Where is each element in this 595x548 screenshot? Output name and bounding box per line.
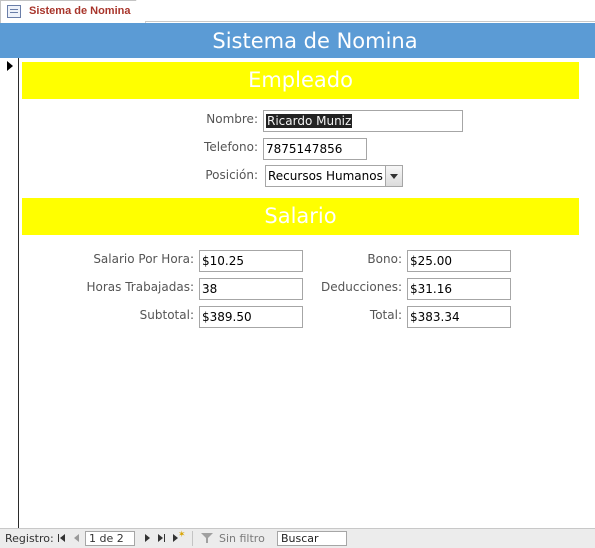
current-record-arrow-icon — [7, 61, 13, 71]
horas-trabajadas-label: Horas Trabajadas: — [86, 280, 195, 294]
subtotal-field[interactable]: $389.50 — [199, 306, 303, 328]
total-field[interactable]: $383.34 — [407, 306, 511, 328]
filter-icon[interactable] — [201, 532, 213, 544]
deducciones-label: Deducciones: — [321, 280, 402, 294]
new-record-icon[interactable] — [172, 530, 186, 544]
bono-label: Bono: — [367, 252, 402, 266]
current-record-box[interactable]: 1 de 2 — [85, 531, 135, 546]
deducciones-field[interactable]: $31.16 — [407, 278, 511, 300]
form-title: Sistema de Nomina — [212, 29, 418, 53]
salario-section-header: Salario — [22, 198, 579, 235]
document-tab-label: Sistema de Nomina — [29, 5, 131, 17]
posicion-value: Recursos Humanos — [268, 169, 383, 183]
empleado-section-header: Empleado — [22, 62, 579, 99]
record-navigation-bar: Registro: 1 de 2 Sin filtro Buscar — [0, 528, 595, 548]
telefono-field[interactable]: 7875147856 — [263, 138, 367, 160]
document-tab-strip: Sistema de Nomina — [0, 0, 595, 23]
nombre-label: Nombre: — [206, 112, 258, 126]
posicion-combo[interactable]: Recursos Humanos — [265, 165, 403, 187]
salario-hora-field[interactable]: $10.25 — [199, 250, 303, 272]
record-navigation-label: Registro: — [5, 532, 54, 545]
salario-section-title: Salario — [264, 204, 337, 228]
document-tab[interactable]: Sistema de Nomina — [0, 0, 146, 23]
navigation-divider — [192, 531, 193, 546]
horas-trabajadas-field[interactable]: 38 — [199, 278, 303, 300]
next-record-icon[interactable] — [141, 532, 153, 544]
bono-field[interactable]: $25.00 — [407, 250, 511, 272]
nombre-field[interactable]: Ricardo Muniz — [263, 110, 463, 132]
posicion-label: Posición: — [205, 168, 258, 182]
record-selector[interactable] — [0, 58, 19, 528]
total-label: Total: — [369, 308, 402, 322]
salario-hora-label: Salario Por Hora: — [93, 252, 194, 266]
telefono-label: Telefono: — [204, 140, 258, 154]
chevron-down-icon[interactable] — [385, 166, 402, 186]
subtotal-label: Subtotal: — [139, 308, 194, 322]
last-record-icon[interactable] — [155, 532, 167, 544]
form-icon — [7, 5, 21, 18]
empleado-section-title: Empleado — [248, 68, 353, 92]
nombre-value: Ricardo Muniz — [266, 114, 353, 128]
first-record-icon[interactable] — [56, 532, 68, 544]
filter-toggle[interactable]: Sin filtro — [219, 532, 265, 545]
previous-record-icon[interactable] — [71, 532, 83, 544]
search-input[interactable]: Buscar — [277, 531, 347, 546]
